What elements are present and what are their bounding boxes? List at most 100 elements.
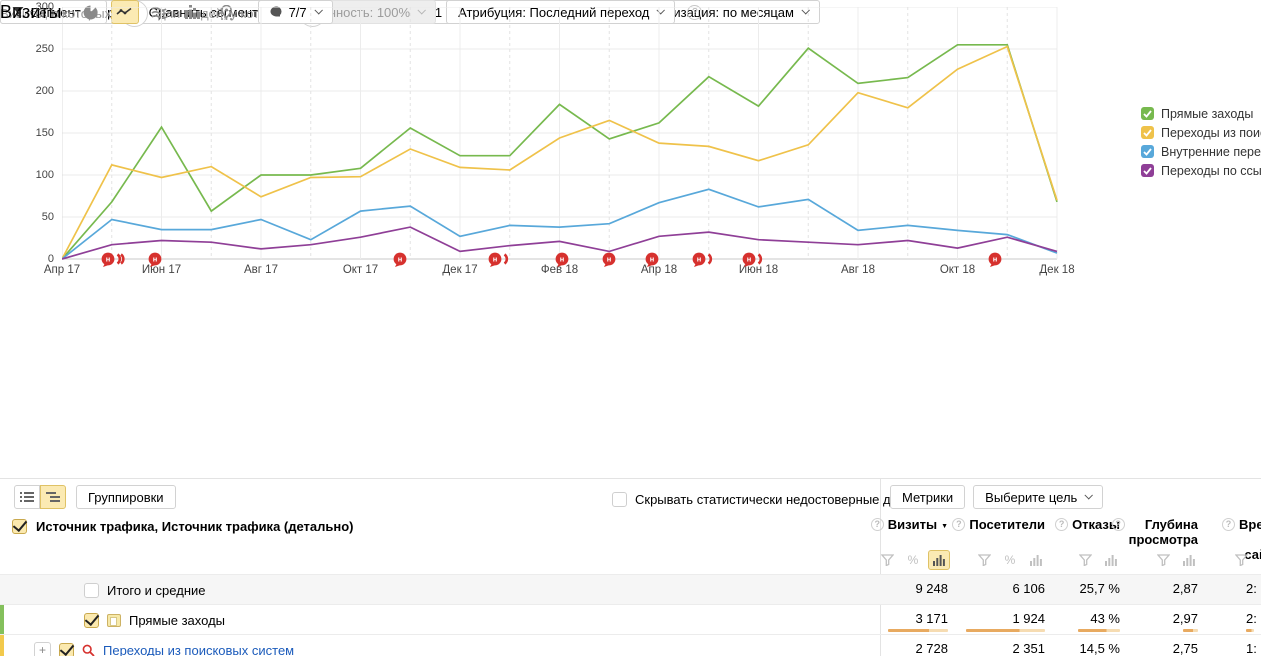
legend-checkbox[interactable]	[1141, 126, 1154, 139]
annotation-marker[interactable]: н	[148, 252, 168, 268]
metrics-label: Метрики	[902, 490, 953, 505]
column-header-0[interactable]: ?Визиты▼	[880, 517, 950, 534]
column-2: ?Отказы	[1047, 517, 1122, 562]
legend-label: Прямые заходы	[1161, 107, 1253, 121]
row-title[interactable]: Переходы из поисковых систем	[103, 643, 294, 656]
metric-value: 2 351	[1012, 641, 1045, 656]
help-icon: ?	[871, 518, 884, 531]
plot-area[interactable]	[62, 7, 1058, 260]
annotation-marker[interactable]: н	[988, 252, 1008, 268]
legend-checkbox[interactable]	[1141, 164, 1154, 177]
legend-item-1[interactable]: Переходы из поисковых систем	[1141, 123, 1261, 142]
svg-text:н: н	[398, 255, 403, 264]
x-tick-label: Дек 18	[1039, 264, 1074, 276]
column-title: Глубинапросмотра	[1129, 517, 1198, 547]
funnel-filter-icon[interactable]	[973, 550, 995, 570]
column-1: ?Посетители%	[950, 517, 1047, 562]
bars-filter-icon[interactable]	[1178, 550, 1200, 570]
expand-row-button[interactable]: +	[34, 642, 51, 656]
sort-desc-icon[interactable]: ▼	[941, 519, 948, 534]
metric-mini-bar	[1078, 629, 1120, 632]
table-row[interactable]: Итого и средние9 2486 10625,7 %2,872:	[0, 574, 1261, 604]
metric-mini-bar	[1246, 629, 1254, 632]
column-0: ?Визиты▼%	[880, 517, 950, 562]
flat-list-view-toggle[interactable]	[14, 485, 40, 509]
svg-text:н: н	[607, 255, 612, 264]
annotation-marker[interactable]: н	[602, 252, 622, 268]
row-color-stripe	[0, 635, 4, 656]
column-header-3[interactable]: ?Глубинапросмотра	[1122, 517, 1200, 547]
column-title: Посетители	[969, 517, 1045, 532]
legend-item-3[interactable]: Переходы по ссылкам на сайтах	[1141, 161, 1261, 180]
table-row[interactable]: Прямые заходы 3 1711 92443 %2,972:	[0, 604, 1261, 634]
metrics-button[interactable]: Метрики	[890, 485, 965, 509]
row-checkbox[interactable]	[84, 613, 99, 628]
svg-text:н: н	[153, 255, 158, 264]
hide-insignificant-checkbox[interactable]	[612, 492, 627, 507]
annotation-marker[interactable]: н	[645, 252, 665, 268]
column-filter-icons: %	[876, 550, 950, 570]
annotation-marker[interactable]: н	[101, 252, 129, 268]
row-label-area: Прямые заходы	[84, 605, 225, 635]
column-filter-icons	[1152, 550, 1200, 570]
table-row[interactable]: +Переходы из поисковых систем2 7282 3511…	[0, 634, 1261, 656]
row-checkbox[interactable]	[84, 583, 99, 598]
annotation-marker[interactable]: н	[742, 252, 766, 268]
funnel-filter-icon[interactable]	[1230, 550, 1252, 570]
help-icon: ?	[952, 518, 965, 531]
column-header-2[interactable]: ?Отказы	[1047, 517, 1122, 532]
metric-value: 14,5 %	[1080, 641, 1120, 656]
y-tick-label: 250	[0, 43, 54, 55]
legend-item-0[interactable]: Прямые заходы	[1141, 104, 1261, 123]
metric-cell: 2:	[1200, 575, 1261, 605]
legend-checkbox[interactable]	[1141, 145, 1154, 158]
help-icon: ?	[1055, 518, 1068, 531]
row-checkbox[interactable]	[59, 643, 74, 656]
table-rows: Итого и средние9 2486 10625,7 %2,872:Пря…	[0, 574, 1261, 656]
legend-label: Переходы по ссылкам на сайтах	[1161, 164, 1261, 178]
annotation-marker[interactable]: н	[488, 252, 512, 268]
metric-cell: 9 248	[880, 575, 950, 605]
dimension-checkbox[interactable]	[12, 519, 27, 534]
dimension-title: Источник трафика, Источник трафика (дета…	[36, 519, 354, 534]
bars-filter-icon[interactable]	[1025, 550, 1047, 570]
metric-cell: 1 924	[950, 605, 1047, 635]
report-table: Группировки Скрывать статистически недос…	[0, 478, 1261, 656]
column-title: Визиты	[888, 517, 937, 532]
row-metric-cells: 3 1711 92443 %2,972:	[880, 605, 1261, 635]
help-icon: ?	[1222, 518, 1235, 531]
row-metric-cells: 2 7282 35114,5 %2,751:	[880, 635, 1261, 656]
choose-goal-dropdown[interactable]: Выберите цель	[973, 485, 1103, 509]
legend-checkbox[interactable]	[1141, 107, 1154, 120]
svg-text:н: н	[106, 255, 111, 264]
svg-text:н: н	[697, 255, 702, 264]
percent-filter-icon[interactable]: %	[902, 550, 924, 570]
yandex-metrica-report: СегодняВчераНеделяМесяцКварталГод 1 апр …	[0, 0, 1261, 656]
svg-text:н: н	[993, 255, 998, 264]
percent-filter-icon[interactable]: %	[999, 550, 1021, 570]
metric-cell: 43 %	[1047, 605, 1122, 635]
row-title: Прямые заходы	[129, 613, 225, 628]
legend-item-2[interactable]: Внутренние переходы	[1141, 142, 1261, 161]
funnel-filter-icon[interactable]	[1074, 550, 1096, 570]
metric-cell: 3 171	[880, 605, 950, 635]
metric-value: 2,87	[1173, 581, 1198, 596]
funnel-filter-icon[interactable]	[876, 550, 898, 570]
bars-filter-icon[interactable]	[1256, 550, 1261, 570]
y-tick-label: 100	[0, 169, 54, 181]
column-header-1[interactable]: ? Посетители	[950, 517, 1047, 532]
hide-insignificant-label: Скрывать статистически недостоверные дан…	[635, 492, 923, 507]
bars-filter-icon[interactable]	[928, 550, 950, 570]
direct-traffic-icon	[107, 614, 121, 627]
metric-cell: 25,7 %	[1047, 575, 1122, 605]
annotation-marker[interactable]: н	[555, 252, 575, 268]
funnel-filter-icon[interactable]	[1152, 550, 1174, 570]
column-4: ?Времяна сайте	[1200, 517, 1261, 562]
bars-filter-icon[interactable]	[1100, 550, 1122, 570]
x-tick-label: Дек 17	[442, 264, 477, 276]
annotation-marker[interactable]: н	[393, 252, 413, 268]
annotation-marker[interactable]: н	[692, 252, 716, 268]
metric-cell: 2,97	[1122, 605, 1200, 635]
groupings-button[interactable]: Группировки	[76, 485, 176, 509]
tree-view-toggle[interactable]	[40, 485, 66, 509]
